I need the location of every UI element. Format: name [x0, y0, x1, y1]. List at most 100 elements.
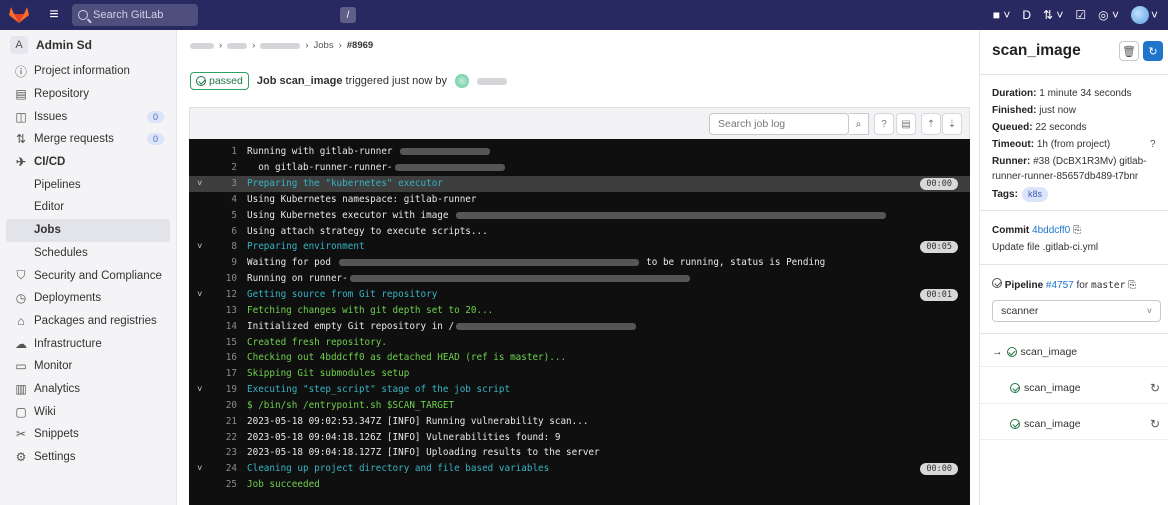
todo-icon[interactable]: ☑ [1075, 8, 1086, 22]
section-duration-badge: 00:00 [920, 177, 958, 190]
log-line-number[interactable]: 2 [209, 162, 237, 173]
chevron-down-icon[interactable]: ˅ [197, 464, 209, 474]
sidebar-item-merge-requests[interactable]: ⇅ Merge requests 0 [0, 128, 176, 151]
help-icon[interactable]: ◎ ˅ [1098, 8, 1119, 22]
job-log-search-input[interactable]: Search job log [709, 113, 849, 135]
pipeline-link[interactable]: #4757 [1046, 280, 1074, 291]
log-line-number[interactable]: 13 [209, 305, 237, 316]
copy-icon[interactable]: ⎘ [1073, 225, 1081, 236]
help-icon[interactable]: ? [1150, 137, 1156, 152]
log-line-number[interactable]: 4 [209, 194, 237, 205]
sidebar-item-settings[interactable]: ⚙ Settings [0, 446, 176, 469]
log-line-number[interactable]: 16 [209, 352, 237, 363]
search-input[interactable]: Search GitLab [72, 4, 198, 26]
sidebar-item-deployments[interactable]: ◷ Deployments [0, 287, 176, 310]
job-list-item-current[interactable]: → scan_image [992, 346, 1077, 358]
scroll-top-icon[interactable]: ⇡ [921, 113, 941, 135]
sidebar-item-packages[interactable]: ⌂ Packages and registries [0, 310, 176, 333]
log-line-number[interactable]: 8 [209, 241, 237, 252]
job-list-label: scan_image [1020, 346, 1078, 358]
log-line-number[interactable]: 5 [209, 210, 237, 221]
log-line-number[interactable]: 25 [209, 479, 237, 490]
sidebar-subitem-schedules[interactable]: Schedules [0, 242, 176, 265]
sidebar-item-repository[interactable]: ▤ Repository [0, 83, 176, 106]
breadcrumb-blurred[interactable] [260, 42, 301, 49]
commit-info: Commit 4bddcff0 ⎘ [992, 223, 1081, 238]
log-line-number[interactable]: 15 [209, 337, 237, 348]
log-line-number[interactable]: 1 [209, 146, 237, 157]
sidebar-item-snippets[interactable]: ✂ Snippets [0, 423, 176, 446]
sidebar-subitem-jobs[interactable]: Jobs [6, 218, 170, 242]
log-line-number[interactable]: 9 [209, 257, 237, 268]
log-line-text: 2023-05-18 09:04:18.126Z [INFO] Vulnerab… [247, 431, 561, 443]
retry-icon[interactable]: ↻ [1143, 41, 1163, 61]
help-icon[interactable]: ? [874, 113, 894, 135]
sidebar-subitem-pipelines[interactable]: Pipelines [0, 173, 176, 196]
merge-request-icon: ⇅ [15, 132, 27, 147]
sidebar-item-cicd[interactable]: ✈ CI/CD [0, 151, 176, 174]
search-icon[interactable]: ⌕ [849, 113, 869, 135]
log-line-text: Preparing the "kubernetes" executor [247, 178, 443, 190]
log-line-number[interactable]: 12 [209, 289, 237, 300]
create-new-icon[interactable]: ■ ˅ [993, 8, 1011, 22]
stage-dropdown[interactable]: scanner ˅ [992, 300, 1161, 322]
sidebar-item-issues[interactable]: ◫ Issues 0 [0, 105, 176, 128]
log-line-number[interactable]: 10 [209, 273, 237, 284]
sidebar-item-label: Repository [34, 88, 89, 101]
issues-top-icon[interactable]: D [1022, 8, 1031, 22]
chevron-down-icon[interactable]: ˅ [197, 290, 209, 300]
copy-icon[interactable]: ⎘ [1128, 280, 1136, 291]
gitlab-logo-icon[interactable] [8, 6, 30, 24]
log-line-number[interactable]: 20 [209, 400, 237, 411]
info-icon: ⓘ [14, 64, 27, 79]
sidebar-project-header[interactable]: A Admin Sd [0, 30, 176, 60]
user-menu[interactable]: ˅ [1130, 6, 1158, 24]
sidebar-item-security[interactable]: ⛉ Security and Compliance [0, 264, 176, 287]
sidebar-subitem-editor[interactable]: Editor [0, 196, 176, 219]
pipeline-label: Pipeline [1004, 280, 1044, 291]
redacted-text [456, 322, 637, 330]
job-list-item[interactable]: scan_image ↻ [1010, 381, 1160, 395]
log-line-number[interactable]: 23 [209, 447, 237, 458]
sidebar-item-wiki[interactable]: ▢ Wiki [0, 400, 176, 423]
breadcrumb-blurred[interactable] [190, 42, 214, 49]
log-line-text: Using attach strategy to execute scripts… [247, 225, 488, 237]
sidebar-item-label: Deployments [34, 292, 102, 305]
log-line-number[interactable]: 19 [209, 384, 237, 395]
retry-icon[interactable]: ↻ [1150, 417, 1160, 431]
log-line-number[interactable]: 17 [209, 368, 237, 379]
sidebar-item-analytics[interactable]: ▥ Analytics [0, 378, 176, 401]
sidebar-item-infrastructure[interactable]: ☁ Infrastructure [0, 332, 176, 355]
snippet-icon: ✂ [15, 427, 27, 442]
wiki-icon: ▢ [15, 404, 27, 419]
breadcrumb-jobs[interactable]: Jobs [314, 40, 334, 51]
breadcrumb-blurred[interactable] [227, 42, 248, 49]
retry-icon[interactable]: ↻ [1150, 381, 1160, 395]
log-line-number[interactable]: 6 [209, 226, 237, 237]
commit-sha-link[interactable]: 4bddcff0 [1032, 225, 1070, 236]
sidebar-item-monitor[interactable]: ▭ Monitor [0, 355, 176, 378]
chevron-down-icon[interactable]: ˅ [197, 179, 209, 189]
job-list-item[interactable]: scan_image ↻ [1010, 417, 1160, 431]
merge-requests-top-icon[interactable]: ⇅ ˅ [1043, 8, 1063, 22]
log-line: 2 on gitlab-runner-runner- [189, 160, 970, 176]
delete-icon[interactable]: 🗑 [1119, 41, 1139, 61]
log-line-number[interactable]: 22 [209, 432, 237, 443]
hamburger-menu-icon[interactable]: ≡ [44, 5, 64, 25]
user-name-blurred[interactable] [477, 77, 508, 85]
pipeline-ref[interactable]: master [1091, 280, 1125, 291]
duration-label: Duration: [992, 88, 1037, 99]
log-line-number[interactable]: 24 [209, 463, 237, 474]
sidebar-item-label: Settings [34, 451, 76, 464]
chevron-down-icon[interactable]: ˅ [197, 385, 209, 395]
scroll-bottom-icon[interactable]: ⇣ [942, 113, 962, 135]
chevron-down-icon[interactable]: ˅ [197, 242, 209, 252]
log-line-number[interactable]: 21 [209, 416, 237, 427]
raw-log-icon[interactable]: ▤ [896, 113, 916, 135]
log-line-number[interactable]: 14 [209, 321, 237, 332]
sidebar-item-project-information[interactable]: ⓘ Project information [0, 60, 176, 83]
avatar[interactable] [455, 74, 470, 88]
finished-value: just now [1039, 105, 1076, 116]
log-line-text: $ /bin/sh /entrypoint.sh $SCAN_TARGET [247, 399, 455, 411]
log-line-number[interactable]: 3 [209, 178, 237, 189]
